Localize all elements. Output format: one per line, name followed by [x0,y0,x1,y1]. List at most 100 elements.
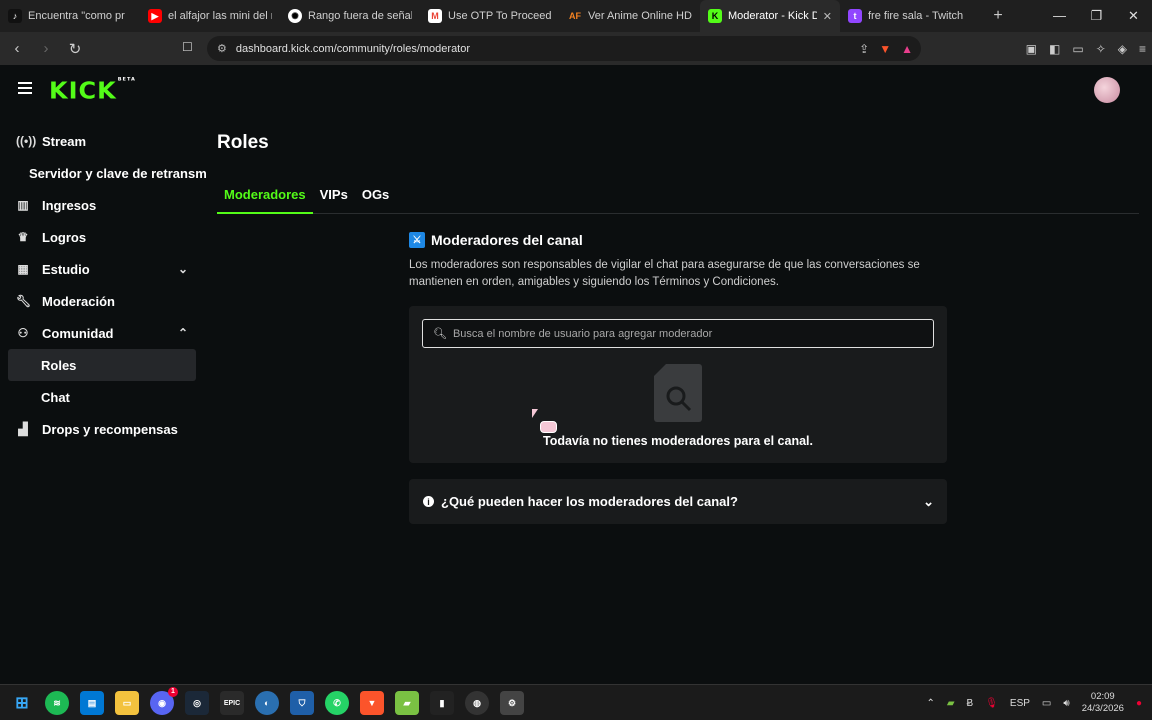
tab-title: fre fire sala - Twitch [868,10,964,22]
browser-app-icon[interactable]: ◐ [255,691,279,715]
forward-icon[interactable]: › [34,40,58,57]
browser-tab[interactable]: ▶ el alfajor las mini del m [140,0,280,32]
section-description: Los moderadores son responsables de vigi… [409,259,920,288]
browser-tab[interactable]: t fre fire sala - Twitch [840,0,980,32]
defender-icon[interactable]: ⛉ [290,691,314,715]
share-icon[interactable]: ⇪ [859,42,869,56]
site-settings-icon[interactable]: ⚙ [217,42,227,55]
tray-app-icon[interactable]: Ƀ [967,698,974,709]
sidebar-item-label: Estudio [42,261,90,277]
sidebar-item-stream-key[interactable]: Servidor y clave de retransm [8,157,207,189]
file-explorer-icon[interactable]: ▭ [115,691,139,715]
chevron-down-icon[interactable]: ⌄ [923,494,934,510]
user-avatar[interactable] [1094,77,1120,103]
sidebar-item-ingresos[interactable]: ▥ Ingresos [8,189,196,221]
browser-tab-active[interactable]: K Moderator - Kick D ✕ [700,0,840,32]
clock[interactable]: 02:09 24/3/2026 [1082,691,1124,715]
app-icon[interactable]: ▮ [430,691,454,715]
tab-vips[interactable]: VIPs [313,183,355,214]
moderators-panel: 🔍︎ Todavía no tienes moderadores para el… [409,306,947,463]
store-icon[interactable]: ▤ [80,691,104,715]
url-actions: ⇪ ▼ ▲ [859,42,913,56]
windows-start-icon[interactable]: ⊞ [10,691,34,715]
section-title: Moderadores del canal [431,232,583,248]
wallet-icon[interactable]: ▭ [1072,42,1083,56]
close-window-icon[interactable]: ✕ [1115,0,1152,32]
chevron-up-icon[interactable]: ⌃ [178,326,188,340]
maximize-icon[interactable]: ❐ [1078,0,1115,32]
tiktok-icon: ♪ [8,9,22,23]
discord-icon[interactable]: ◉ 1 [150,687,178,715]
sidebar-item-logros[interactable]: ♛ Logros [8,221,196,253]
sidebar-item-label: Drops y recompensas [42,421,178,437]
brave-shield-icon[interactable]: ▼ [879,42,891,56]
tab-title: Moderator - Kick D [728,10,817,22]
kick-logo[interactable]: KICKBETA [49,76,136,105]
hamburger-menu-icon[interactable] [18,82,32,94]
beta-badge: BETA [117,76,136,83]
reload-icon[interactable]: ↻ [63,40,87,58]
notification-icon[interactable]: ● [1136,698,1142,709]
vpn-icon[interactable]: ◈ [1118,42,1127,56]
sidebar-item-label: Roles [41,357,77,373]
language-indicator[interactable]: ESP [1010,698,1030,709]
time: 02:09 [1090,691,1115,702]
browser-tab[interactable]: ✺ Rango fuera de señal [280,0,420,32]
spotify-icon[interactable]: ≋ [45,691,69,715]
brave-rewards-icon[interactable]: ▲ [901,42,913,56]
sidebar-item-estudio[interactable]: ▦ Estudio ⌄ [8,253,196,285]
trophy-icon: ♛ [17,230,29,244]
kick-icon: K [708,9,722,23]
search-input[interactable] [452,327,923,340]
sidebar-item-stream[interactable]: ((•)) Stream [8,125,196,157]
sidebar-item-comunidad[interactable]: ⚇ Comunidad ⌃ [8,317,196,349]
empty-state-icon [654,364,702,422]
volume-icon[interactable]: 🔊︎ [1063,698,1069,709]
sidebar-toggle-icon[interactable]: ◧ [1049,42,1060,56]
sword-icon: ⚔ [409,232,425,248]
page-title: Roles [217,132,269,153]
obs-icon[interactable]: ◍ [465,691,489,715]
tab-ogs[interactable]: OGs [355,183,396,214]
sidebar-item-moderacion[interactable]: 🔧︎ Moderación [8,285,196,317]
tab-title: Ver Anime Online HD - [588,10,692,22]
moderator-search-field[interactable]: 🔍︎ [422,319,934,348]
epic-games-icon[interactable]: EPIC [220,691,244,715]
url-text[interactable]: dashboard.kick.com/community/roles/moder… [236,43,470,55]
browser-tab[interactable]: M Use OTP To Proceed - b [420,0,560,32]
discord-badge: 1 [168,687,178,697]
bluestacks-icon[interactable]: ▰ [395,691,419,715]
animeflv-icon: AF [569,11,581,21]
sidebar-item-roles[interactable]: Roles [8,349,196,381]
new-tab-button[interactable]: + [986,7,1010,25]
sidebar-item-drops[interactable]: ▟ Drops y recompensas [8,413,196,445]
sidebar-item-chat[interactable]: Chat [8,381,196,413]
kick-header: KICKBETA [0,65,1152,115]
chevron-down-icon[interactable]: ⌄ [178,262,188,276]
minimize-icon[interactable]: — [1041,0,1078,32]
network-icon[interactable]: ▭ [1042,698,1051,709]
back-icon[interactable]: ‹ [5,40,29,57]
settings-icon[interactable]: ⚙ [500,691,524,715]
sidebar-item-label: Logros [42,229,87,245]
menu-icon[interactable]: ≡ [1139,42,1146,56]
tray-overflow-icon[interactable]: ⌃ [926,698,934,709]
leo-ai-icon[interactable]: ✧ [1096,42,1106,56]
chart-icon: ▥ [17,198,29,212]
broadcast-icon: ((•)) [16,134,37,148]
bluestacks-tray-icon[interactable]: ▰ [947,698,955,709]
bookmark-icon[interactable]: ☐ [182,40,193,54]
moderators-faq-accordion[interactable]: i ¿Qué pueden hacer los moderadores del … [409,479,947,524]
whatsapp-icon[interactable]: ✆ [325,691,349,715]
mic-icon[interactable]: 🎙︎ [985,698,998,709]
windows-taskbar: ⊞ ≋ ▤ ▭ ◉ 1 ◎ EPIC ◐ ⛉ ✆ ▼ ▰ ▮ ◍ ⚙ ⌃ ▰ Ƀ … [0,684,1152,720]
browser-tab[interactable]: AF Ver Anime Online HD - [560,0,700,32]
close-tab-icon[interactable]: ✕ [823,10,832,23]
address-bar[interactable]: ⚙ dashboard.kick.com/community/roles/mod… [207,36,921,61]
steam-icon[interactable]: ◎ [185,691,209,715]
browser-tab[interactable]: ♪ Encuentra "como pr [0,0,140,32]
screenshot-icon[interactable]: ▣ [1026,42,1037,56]
taskbar-apps: ⊞ ≋ ▤ ▭ ◉ 1 ◎ EPIC ◐ ⛉ ✆ ▼ ▰ ▮ ◍ ⚙ [10,687,524,715]
brave-browser-icon[interactable]: ▼ [360,691,384,715]
tab-moderadores[interactable]: Moderadores [217,183,313,214]
